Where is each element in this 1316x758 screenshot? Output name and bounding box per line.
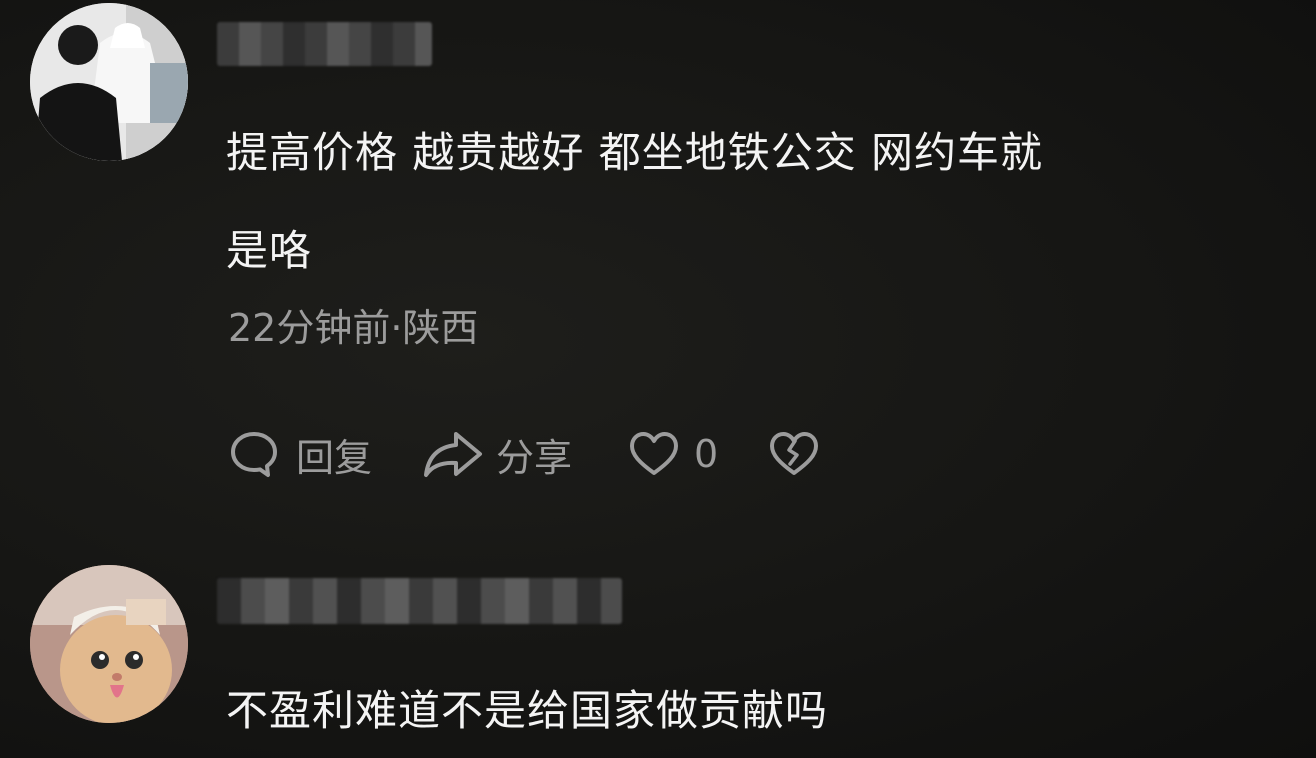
broken-heart-icon	[770, 432, 819, 475]
reply-label: 回复	[296, 435, 373, 480]
comment-bubble-icon	[231, 432, 277, 477]
comment-item: 提高价格 越贵越好 都坐地铁公交 网约车就 是咯 22分钟前·陕西 回复 分享 …	[0, 0, 1316, 540]
like-button[interactable]: 0	[628, 428, 718, 480]
avatar-photo	[30, 3, 188, 161]
share-button[interactable]: 分享	[422, 427, 572, 482]
dislike-button[interactable]	[768, 428, 820, 480]
share-arrow-icon	[424, 432, 483, 477]
avatar[interactable]	[30, 3, 188, 161]
comment-text-line: 提高价格 越贵越好 都坐地铁公交 网约车就	[226, 128, 1044, 177]
avatar[interactable]	[30, 565, 188, 723]
comment-text-line: 不盈利难道不是给国家做贡献吗	[226, 686, 829, 735]
share-label: 分享	[496, 435, 573, 480]
comment-text-line: 是咯	[226, 226, 313, 275]
username-blurred[interactable]	[217, 578, 622, 624]
comment-text: 提高价格 越贵越好 都坐地铁公交 网约车就 是咯	[226, 104, 1226, 300]
comment-text: 不盈利难道不是给国家做贡献吗	[226, 662, 1226, 758]
comment-item: 不盈利难道不是给国家做贡献吗	[0, 540, 1316, 758]
comment-actions: 回复 分享 0	[228, 425, 820, 483]
like-count: 0	[694, 432, 719, 476]
username-blurred[interactable]	[217, 22, 432, 66]
comment-meta: 22分钟前·陕西	[228, 306, 479, 350]
avatar-photo	[30, 565, 188, 723]
reply-button[interactable]: 回复	[228, 427, 372, 482]
heart-icon	[630, 432, 679, 475]
